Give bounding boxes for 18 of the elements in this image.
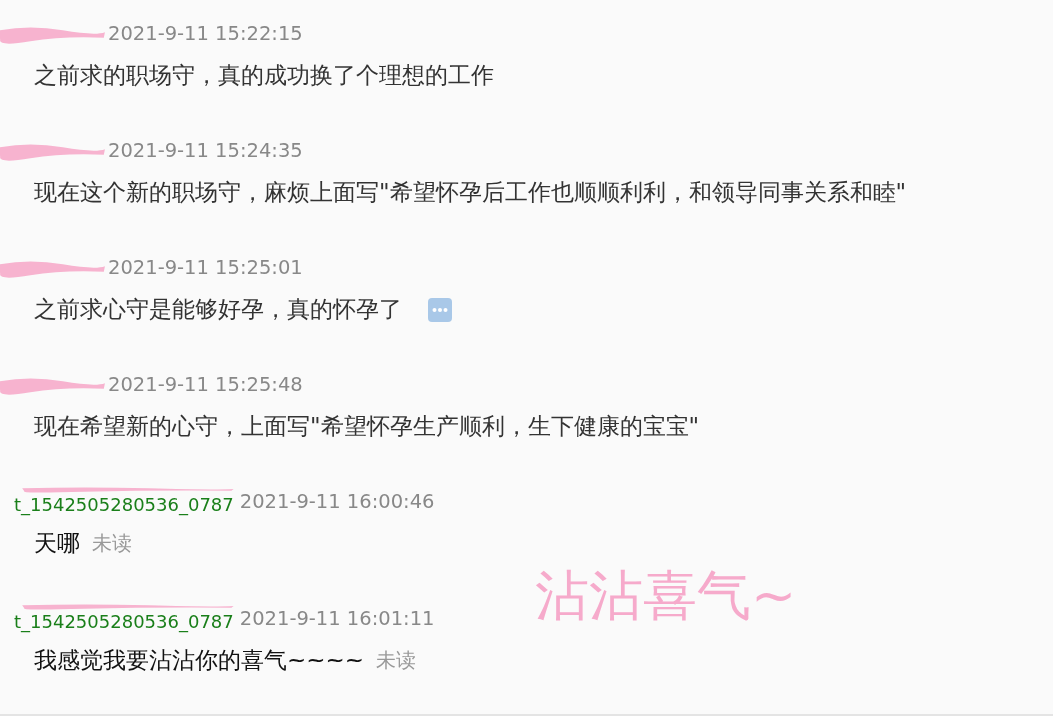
message-text: 之前求心守是能够好孕，真的怀孕了	[34, 295, 402, 324]
message-text: 之前求的职场守，真的成功换了个理想的工作	[34, 61, 494, 90]
message-time: 2021-9-11 15:24:35	[108, 138, 303, 162]
message-text: 现在这个新的职场守，麻烦上面写"希望怀孕后工作也顺顺利利，和领导同事关系和睦"	[34, 178, 907, 207]
sender-name[interactable]: t_1542505280536_0787	[14, 612, 234, 632]
read-status: 未读	[92, 530, 132, 557]
message-time: 2021-9-11 15:25:48	[108, 372, 303, 396]
message-time: 2021-9-11 16:00:46	[239, 489, 435, 513]
read-status: 未读	[376, 647, 417, 674]
sender-name[interactable]: t_1542505280536_0787	[14, 495, 234, 515]
message-time: 2021-9-11 15:25:01	[108, 255, 303, 279]
more-icon[interactable]	[428, 297, 452, 322]
message-time: 2021-9-11 16:01:11	[239, 606, 435, 630]
message-text: 我感觉我要沾沾你的喜气~~~~	[34, 646, 365, 675]
message-time: 2021-9-11 15:22:15	[108, 21, 303, 45]
message-text: 现在希望新的心守，上面写"希望怀孕生产顺利，生下健康的宝宝"	[34, 412, 700, 441]
message-text: 天哪	[34, 529, 80, 558]
handwritten-annotation: 沾沾喜气~	[535, 563, 797, 629]
